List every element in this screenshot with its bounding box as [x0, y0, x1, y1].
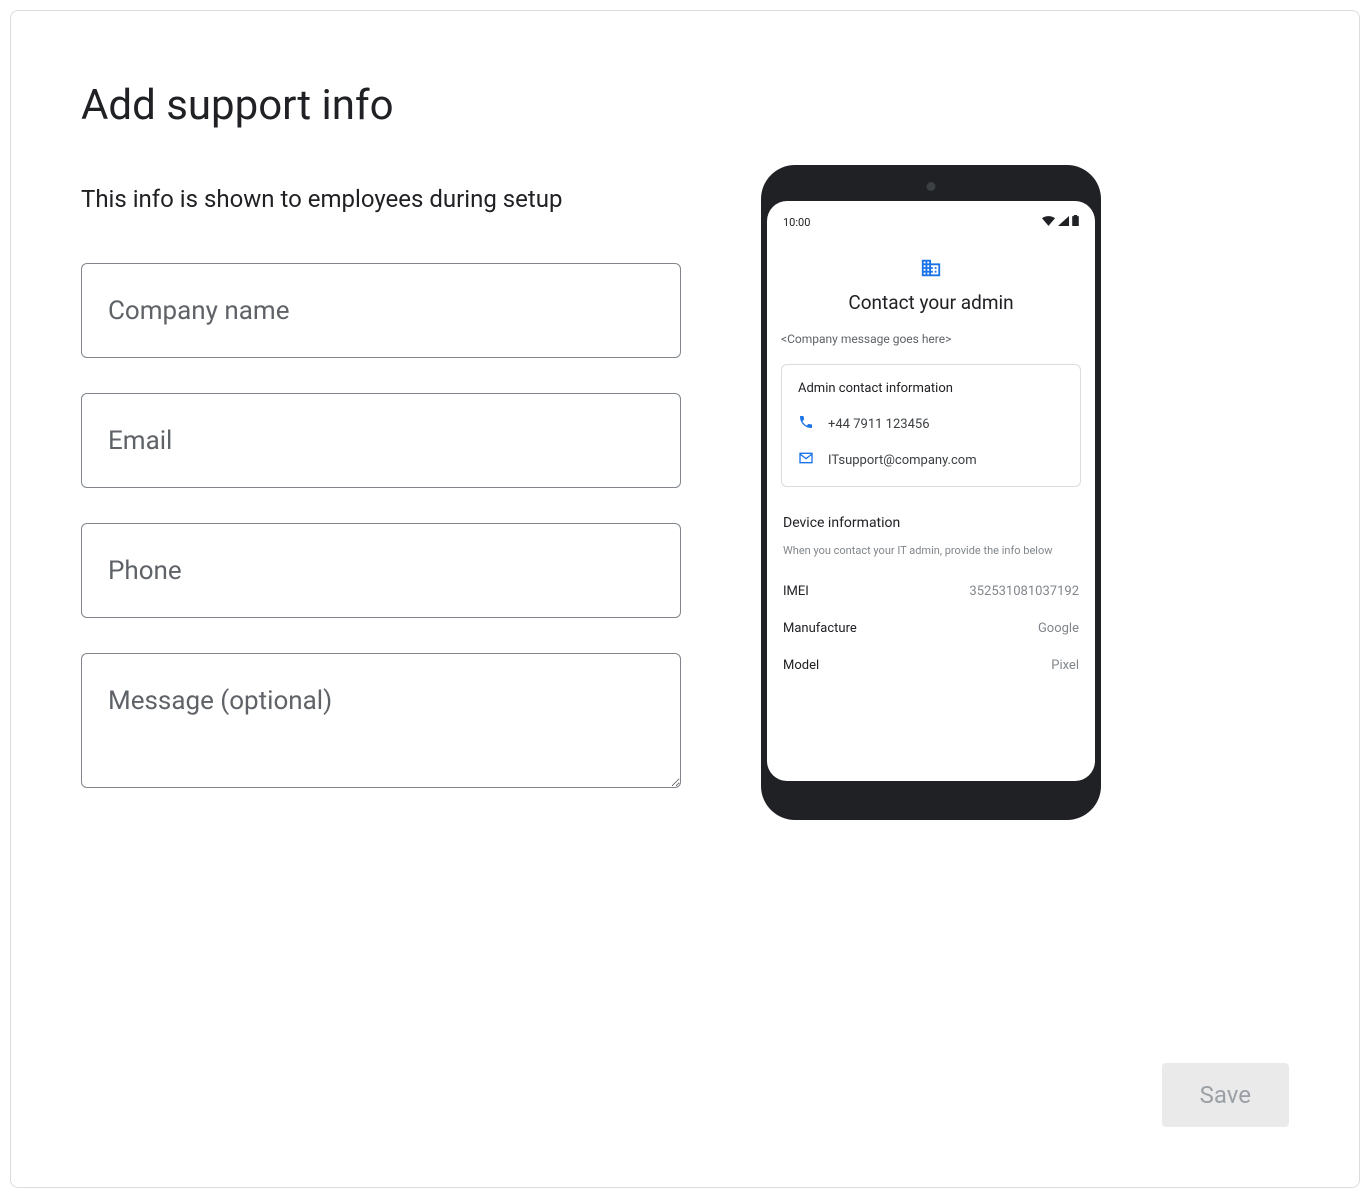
- signal-icon: [1058, 216, 1069, 229]
- preview-phone-number: +44 7911 123456: [828, 417, 930, 432]
- device-info-section: Device information When you contact your…: [781, 515, 1081, 673]
- model-value: Pixel: [1051, 658, 1079, 673]
- manufacture-value: Google: [1038, 621, 1079, 636]
- message-input[interactable]: [81, 653, 681, 788]
- support-info-panel: Add support info This info is shown to e…: [10, 10, 1360, 1188]
- imei-row: IMEI 352531081037192: [783, 584, 1079, 599]
- page-subtitle: This info is shown to employees during s…: [81, 185, 681, 213]
- building-icon: [781, 257, 1081, 279]
- admin-card-title: Admin contact information: [798, 381, 1064, 396]
- preview-company-message: <Company message goes here>: [781, 332, 1081, 346]
- phone-input[interactable]: [81, 523, 681, 618]
- manufacture-row: Manufacture Google: [783, 621, 1079, 636]
- model-row: Model Pixel: [783, 658, 1079, 673]
- phone-preview: 10:00: [761, 165, 1101, 820]
- preview-contact-title: Contact your admin: [781, 291, 1081, 314]
- support-form: [81, 263, 681, 788]
- battery-icon: [1072, 215, 1079, 229]
- wifi-icon: [1042, 216, 1055, 229]
- phone-camera-icon: [927, 182, 936, 191]
- phone-contact-row: +44 7911 123456: [798, 414, 1064, 434]
- phone-screen: 10:00: [767, 201, 1095, 781]
- phone-icon: [798, 414, 814, 434]
- device-info-title: Device information: [783, 515, 1079, 531]
- preview-email: ITsupport@company.com: [828, 453, 977, 468]
- device-info-subtitle: When you contact your IT admin, provide …: [783, 543, 1079, 558]
- page-title: Add support info: [81, 81, 1289, 130]
- email-contact-row: ITsupport@company.com: [798, 450, 1064, 470]
- company-name-input[interactable]: [81, 263, 681, 358]
- manufacture-label: Manufacture: [783, 621, 857, 636]
- imei-label: IMEI: [783, 584, 809, 599]
- model-label: Model: [783, 658, 819, 673]
- save-button[interactable]: Save: [1162, 1063, 1289, 1127]
- phone-time: 10:00: [783, 216, 810, 229]
- imei-value: 352531081037192: [969, 584, 1079, 599]
- email-input[interactable]: [81, 393, 681, 488]
- phone-status-bar: 10:00: [781, 215, 1081, 243]
- admin-contact-card: Admin contact information +44 7911 12345…: [781, 364, 1081, 487]
- email-icon: [798, 450, 814, 470]
